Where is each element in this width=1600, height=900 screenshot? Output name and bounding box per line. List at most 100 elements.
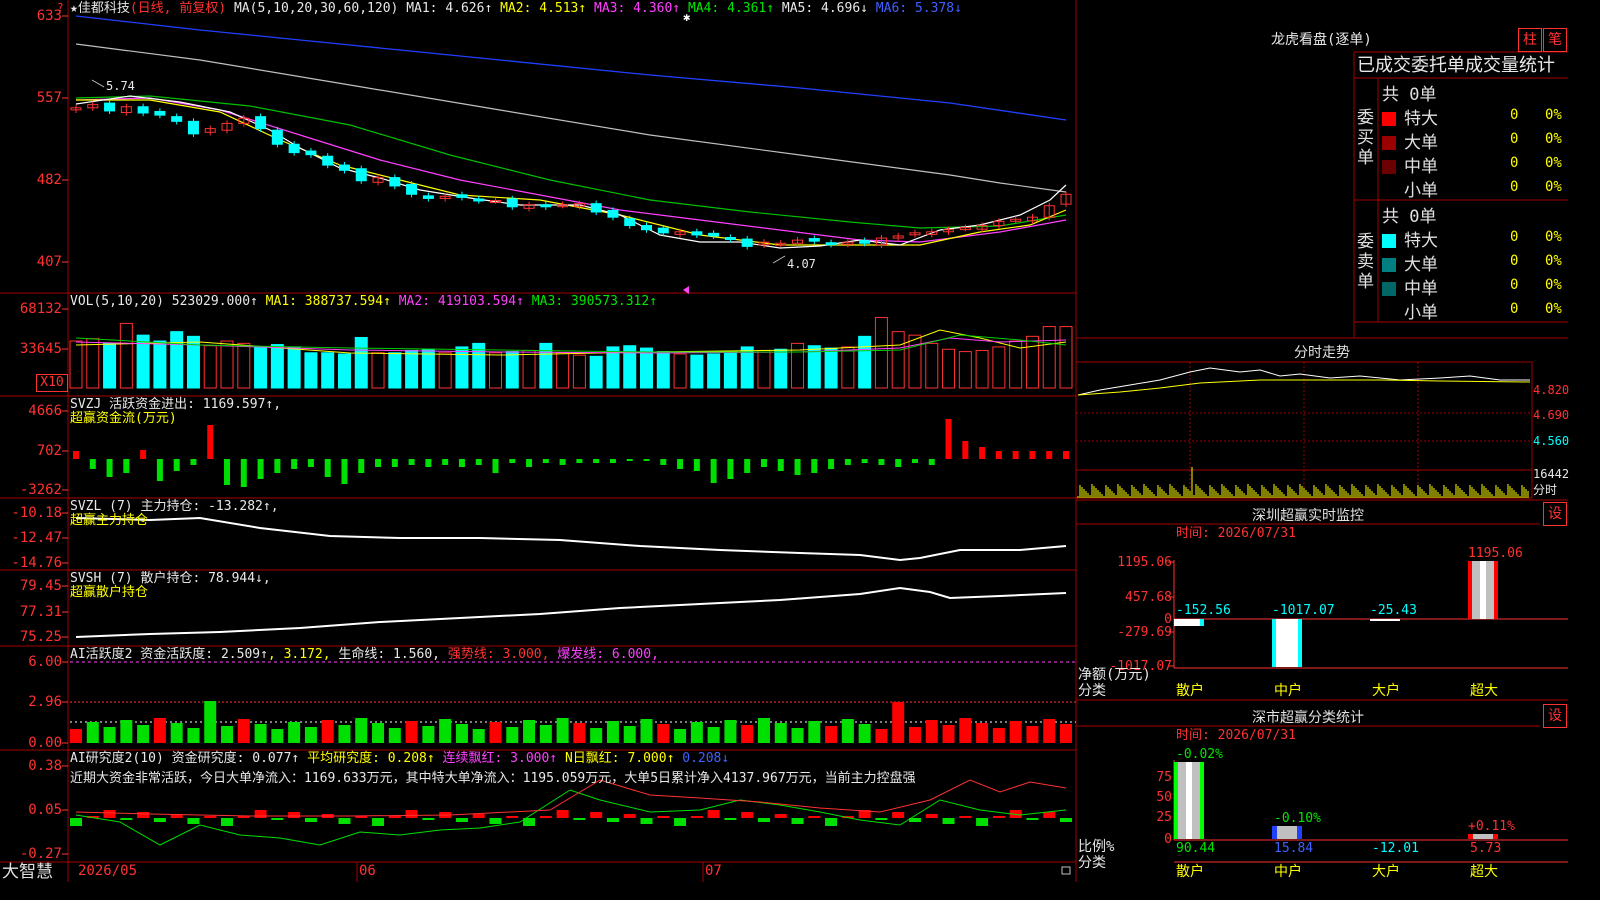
- research-bar: [657, 816, 670, 818]
- activity-bar: [825, 726, 838, 743]
- activity-bar: [439, 719, 452, 743]
- ai1-burst: 爆发线: 6.000,: [557, 647, 659, 662]
- fenshi-title: 分时走势: [1294, 345, 1350, 361]
- ai1-header: AI活跃度2 资金活跃度: 2.509↑, 3.172, 生命线: 1.560,…: [70, 647, 659, 662]
- activity-bar: [707, 727, 720, 743]
- activity-bar: [86, 722, 99, 743]
- bar-view-button[interactable]: 柱: [1518, 28, 1542, 52]
- svsh-sub: 超赢散户持仓: [70, 585, 149, 600]
- research-bar: [405, 810, 418, 818]
- ai2-name: AI研究度2(10) 资金研究度: 0.077↑: [70, 751, 300, 766]
- x-tick-jul: 07: [705, 863, 722, 879]
- fundflow-bar: [710, 459, 717, 483]
- research-bar: [741, 812, 754, 818]
- candle-body: [389, 177, 401, 187]
- candle-body: [456, 194, 468, 198]
- ss-settings-button[interactable]: 设: [1543, 704, 1567, 728]
- fundflow-bar: [559, 459, 566, 465]
- svsh-header: SVSH (7) 散户持仓: 78.944↓,: [70, 571, 271, 586]
- svzj-sub: 超赢资金流(万元): [70, 411, 177, 426]
- candle-body: [305, 150, 317, 156]
- activity-bar: [573, 723, 586, 743]
- ma3-value: MA3: 4.360↑: [594, 1, 681, 16]
- activity-bar: [690, 722, 703, 743]
- research-bar: [942, 818, 955, 824]
- up-arrow-icon[interactable]: ?: [57, 0, 64, 15]
- order-row: 特大: [1382, 104, 1438, 129]
- ss-tick-2: 50: [1156, 790, 1172, 805]
- activity-bar: [489, 722, 502, 743]
- volume-bar: [841, 346, 855, 389]
- fundflow-bar: [878, 459, 885, 465]
- fundflow-bar: [609, 459, 616, 463]
- research-bar: [120, 818, 133, 820]
- main-chart-svg: ✱: [0, 0, 1568, 882]
- fundflow-bar: [375, 459, 382, 467]
- ai2-nday: N日飘红: 7.000↑: [564, 751, 675, 766]
- sz-val-mid: -1017.07: [1272, 603, 1335, 618]
- research-bar: [187, 818, 200, 824]
- activity-bar: [992, 728, 1005, 743]
- order-percent: 0%: [1545, 277, 1562, 293]
- fundflow-bar: [173, 459, 180, 471]
- fenshi-vol-tick: 16442: [1533, 467, 1570, 481]
- volume-bar: [455, 346, 469, 389]
- research-bar: [959, 816, 972, 818]
- high-price-mark: 5.74: [106, 79, 135, 93]
- color-swatch: [1382, 136, 1396, 150]
- candle-body: [137, 106, 149, 114]
- research-bar: [825, 818, 838, 826]
- fundflow-bar: [207, 425, 214, 459]
- color-swatch: [1382, 306, 1396, 320]
- order-size-label: 大单: [1404, 255, 1438, 275]
- candle-body: [406, 183, 418, 195]
- volume-bar: [371, 352, 385, 389]
- volume-bar: [942, 348, 956, 389]
- chart-mode[interactable]: (日线, 前复权): [130, 1, 226, 16]
- fundflow-bar: [1012, 451, 1019, 459]
- order-row: 大单: [1382, 128, 1438, 153]
- research-bar: [70, 818, 82, 826]
- brand-logo[interactable]: 大智慧: [2, 862, 53, 882]
- candle-body: [540, 204, 552, 208]
- activity-bar: [523, 720, 536, 743]
- candle-body: [338, 164, 350, 171]
- activity-bar: [388, 728, 401, 743]
- tick-view-button[interactable]: 笔: [1543, 28, 1567, 52]
- research-bar: [707, 810, 720, 818]
- activity-bar: [271, 729, 284, 743]
- star-icon[interactable]: ★: [70, 1, 78, 16]
- stock-name: 佳都科技: [77, 1, 130, 16]
- ai2-header: AI研究度2(10) 资金研究度: 0.077↑ 平均研究度: 0.208↑ 连…: [70, 751, 729, 766]
- volume-bar: [405, 349, 419, 389]
- activity-bar: [808, 721, 821, 743]
- price-tick-3: 482: [36, 172, 62, 188]
- candle-body: [624, 218, 636, 227]
- activity-bar: [875, 729, 888, 743]
- sz-monitor-title: 深圳超赢实时监控: [1252, 508, 1364, 524]
- ma-params: MA(5,10,20,30,60,120): [233, 1, 399, 16]
- order-count: 0: [1510, 131, 1519, 147]
- activity-bar: [657, 724, 670, 743]
- sz-val-retail: -152.56: [1176, 603, 1231, 618]
- research-bar: [372, 818, 385, 826]
- sz-tick-2: 457.68: [1125, 590, 1172, 605]
- order-count: 0: [1510, 277, 1519, 293]
- fundflow-bar: [643, 459, 650, 461]
- order-size-label: 特大: [1404, 231, 1438, 251]
- activity-bar: [741, 725, 754, 743]
- activity-bar: [103, 727, 116, 743]
- volume-bar: [421, 348, 435, 389]
- sz-settings-button[interactable]: 设: [1543, 502, 1567, 526]
- ai2-last: 0.208↓: [682, 751, 730, 766]
- volume-bar: [757, 349, 771, 389]
- sz-cat-large: 大户: [1372, 683, 1400, 699]
- fundflow-bar: [911, 459, 918, 463]
- volume-bar: [874, 317, 888, 389]
- research-bar: [103, 810, 116, 818]
- volume-bar: [992, 346, 1006, 389]
- ai1-tick-1: 6.00: [28, 654, 62, 670]
- activity-bar: [422, 726, 435, 743]
- lhk-tabs[interactable]: 已成交委托单成交量统计: [1357, 55, 1555, 77]
- research-bar: [556, 810, 569, 818]
